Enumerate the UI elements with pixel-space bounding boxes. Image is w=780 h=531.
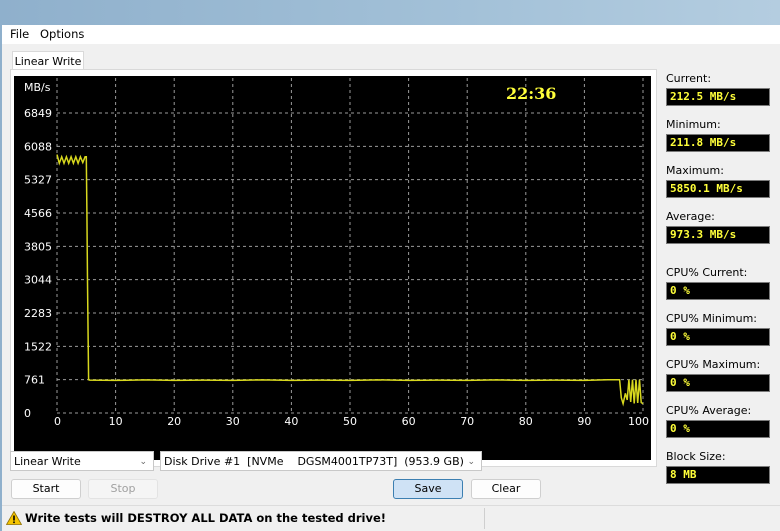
x-tick-label: 40 <box>284 415 298 428</box>
x-tick-label: 20 <box>167 415 181 428</box>
y-tick-label: 2283 <box>24 307 52 320</box>
chart-svg: 0 761 1522 2283 3044 3805 4566 5327 6088 6849 MB/s… <box>14 76 651 460</box>
menu-file[interactable]: File <box>10 27 29 41</box>
clear-button[interactable]: Clear <box>471 479 541 499</box>
y-tick-label: 761 <box>24 374 45 387</box>
minimum-value: 211.8 MB/s <box>666 134 770 152</box>
x-tick-label: 10 <box>109 415 123 428</box>
minimum-label: Minimum: <box>666 118 721 131</box>
block-size-label: Block Size: <box>666 450 726 463</box>
x-tick-label: 30 <box>226 415 240 428</box>
maximum-value: 5850.1 MB/s <box>666 180 770 198</box>
y-tick-label: 3805 <box>24 240 52 253</box>
current-value: 212.5 MB/s <box>666 88 770 106</box>
y-tick-label: 0 <box>24 407 31 420</box>
cpu-average-label: CPU% Average: <box>666 404 751 417</box>
cpu-maximum-label: CPU% Maximum: <box>666 358 760 371</box>
x-tick-label: 0 <box>54 415 61 428</box>
tab-linear-write[interactable]: Linear Write <box>12 51 84 71</box>
x-tick-label: 90 <box>577 415 591 428</box>
x-tick-label: 70 <box>460 415 474 428</box>
test-type-select[interactable]: Linear Write ⌄ <box>10 451 154 471</box>
y-tick-label: 6849 <box>24 107 52 120</box>
cpu-minimum-label: CPU% Minimum: <box>666 312 757 325</box>
test-type-value: Linear Write <box>14 455 81 468</box>
average-label: Average: <box>666 210 715 223</box>
x-tick-label: 100 % <box>628 415 651 428</box>
stop-button[interactable]: Stop <box>88 479 158 499</box>
app-window: File Options Linear Write 0 761 1522 2283 30… <box>2 25 780 530</box>
y-tick-label: 4566 <box>24 207 52 220</box>
y-tick-label: 3044 <box>24 274 52 287</box>
warning-icon <box>6 511 22 525</box>
speed-chart: 0 761 1522 2283 3044 3805 4566 5327 6088 6849 MB/s… <box>14 76 651 460</box>
maximum-label: Maximum: <box>666 164 724 177</box>
cpu-maximum-value: 0 % <box>666 374 770 392</box>
average-value: 973.3 MB/s <box>666 226 770 244</box>
y-axis-label: MB/s <box>24 81 51 94</box>
start-button[interactable]: Start <box>11 479 81 499</box>
current-label: Current: <box>666 72 711 85</box>
x-tick-label: 60 <box>402 415 416 428</box>
x-tick-label: 80 <box>519 415 533 428</box>
status-separator <box>484 508 485 529</box>
status-bar: Write tests will DESTROY ALL DATA on the… <box>2 505 780 531</box>
drive-value: Disk Drive #1 [NVMe DGSM4001TP73T] (953.… <box>164 455 464 468</box>
warning-message: Write tests will DESTROY ALL DATA on the… <box>25 511 386 525</box>
y-tick-label: 6088 <box>24 140 52 153</box>
block-size-value: 8 MB <box>666 466 770 484</box>
cpu-average-value: 0 % <box>666 420 770 438</box>
menu-options[interactable]: Options <box>40 27 84 41</box>
y-tick-label: 1522 <box>24 340 52 353</box>
chevron-down-icon: ⌄ <box>467 452 475 472</box>
y-tick-label: 5327 <box>24 174 52 187</box>
menu-bar: File Options <box>2 25 780 44</box>
cpu-current-label: CPU% Current: <box>666 266 747 279</box>
cpu-current-value: 0 % <box>666 282 770 300</box>
chevron-down-icon: ⌄ <box>139 452 147 472</box>
save-button[interactable]: Save <box>393 479 463 499</box>
x-tick-label: 50 <box>343 415 357 428</box>
elapsed-time-clock: 22:36 <box>506 84 556 103</box>
cpu-minimum-value: 0 % <box>666 328 770 346</box>
drive-select[interactable]: Disk Drive #1 [NVMe DGSM4001TP73T] (953.… <box>160 451 482 471</box>
